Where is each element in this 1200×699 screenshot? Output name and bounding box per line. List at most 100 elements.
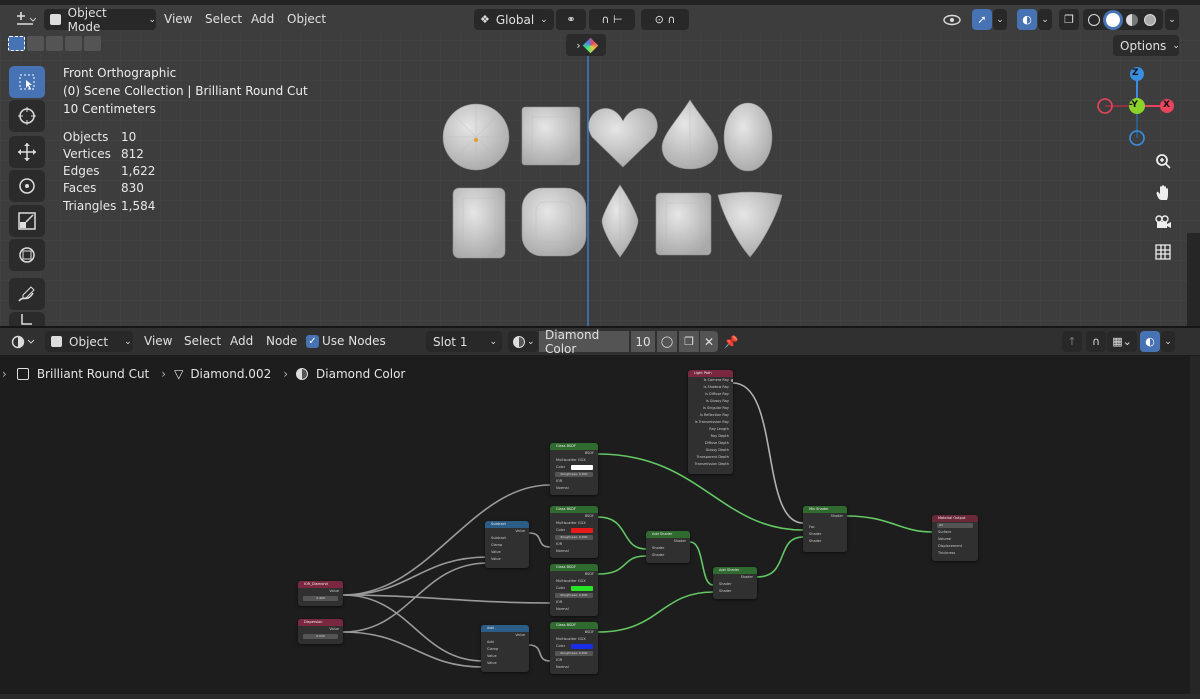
target-dropdown[interactable]: All [932, 522, 978, 529]
roughness-value[interactable]: Roughness: 0.000 [555, 651, 593, 656]
tool-cursor[interactable] [9, 100, 45, 132]
shading-modes[interactable] [1083, 9, 1163, 30]
proportional-edit-toggle[interactable]: ⊙ ∩ [641, 9, 689, 30]
menu-node[interactable]: Node [266, 328, 297, 355]
roughness-value[interactable]: Roughness: 0.000 [555, 535, 593, 540]
sidebar-toggle[interactable]: › [566, 34, 606, 56]
node-material-output[interactable]: Material Output All Surface Volume Displ… [932, 515, 978, 561]
select-intersect-icon[interactable] [84, 36, 101, 51]
tool-annotate[interactable] [9, 278, 45, 310]
tool-transform[interactable] [9, 239, 45, 271]
menu-object[interactable]: Object [287, 6, 326, 33]
node-glass-bsdf[interactable]: Glass BSDF BSDF Multiscatter GGX Color R… [550, 506, 598, 558]
fake-user-toggle[interactable]: ◯ [657, 331, 677, 352]
distribution-dropdown[interactable]: Multiscatter GGX [550, 520, 598, 527]
node-value-ior[interactable]: IOR_Diamond Value 2.420 [298, 581, 343, 606]
unlink-material-button[interactable]: ✕ [700, 331, 718, 352]
distribution-dropdown[interactable]: Multiscatter GGX [550, 578, 598, 585]
overlay-toggle[interactable]: ◐ [1140, 331, 1160, 352]
tool-scale[interactable] [9, 205, 45, 237]
select-extend-icon[interactable] [27, 36, 44, 51]
pivot-dropdown[interactable]: ⚭ [556, 9, 586, 30]
node-mix-shader[interactable]: Mix Shader Shader Fac Shader Shader [803, 506, 847, 552]
use-nodes-checkbox[interactable]: ✓ [306, 335, 319, 348]
node-math-add[interactable]: Add Value Add Clamp Value Value [481, 625, 529, 672]
node-value-dispersion[interactable]: Dispersion Value 0.020 [298, 619, 343, 644]
menu-select[interactable]: Select [184, 328, 221, 355]
value-field[interactable]: 0.020 [298, 633, 343, 640]
roughness-field[interactable]: Roughness: 0.000 [550, 650, 598, 657]
parent-node-tree-button[interactable]: ↑ [1062, 331, 1082, 352]
select-subtract-icon[interactable] [46, 36, 63, 51]
snap-target-dropdown[interactable]: ▦⌄ [1107, 331, 1137, 352]
material-shading-icon[interactable] [1126, 13, 1138, 26]
roughness-field[interactable]: Roughness: 0.000 [550, 471, 598, 478]
menu-select[interactable]: Select [205, 6, 242, 33]
pan-button[interactable] [1149, 178, 1177, 206]
gem-emerald[interactable] [452, 187, 506, 259]
value-number[interactable]: 0.020 [303, 634, 338, 639]
node-add-shader[interactable]: Add Shader Shader Shader Shader [713, 567, 757, 599]
material-users-count[interactable]: 10 [631, 331, 655, 352]
overlay-toggle[interactable]: ◐ [1017, 9, 1037, 30]
editor-type-icon[interactable] [10, 10, 40, 30]
solid-shading-icon[interactable] [1106, 12, 1120, 27]
gem-heart[interactable] [588, 108, 658, 168]
tool-move[interactable] [9, 136, 45, 168]
clamp-checkbox[interactable]: Clamp [485, 542, 529, 549]
shader-type-dropdown[interactable]: Object ⌄ [45, 331, 133, 352]
node-glass-bsdf[interactable]: Glass BSDF BSDF Multiscatter GGX Color R… [550, 564, 598, 616]
duplicate-material-button[interactable]: ❐ [679, 331, 699, 352]
material-browse-dropdown[interactable]: ⌄ [508, 331, 538, 352]
value-field[interactable]: 2.420 [298, 595, 343, 602]
tool-rotate[interactable] [9, 170, 45, 202]
target-value[interactable]: All [937, 523, 973, 528]
zoom-button[interactable] [1149, 147, 1177, 175]
shading-dropdown[interactable]: ⌄ [1165, 9, 1179, 30]
roughness-value[interactable]: Roughness: 0.000 [555, 472, 593, 477]
rendered-shading-icon[interactable] [1144, 13, 1156, 26]
gizmo-toggle[interactable]: ➚ [972, 9, 992, 30]
menu-view[interactable]: View [164, 6, 192, 33]
select-new-icon[interactable] [8, 36, 25, 51]
roughness-field[interactable]: Roughness: 0.000 [550, 592, 598, 599]
use-nodes-label[interactable]: Use Nodes [322, 328, 386, 355]
snap-toggle[interactable]: ∩ ⊢ [589, 9, 635, 30]
xray-toggle[interactable]: ❐ [1059, 9, 1079, 30]
mode-dropdown[interactable]: Object Mode ⌄ [44, 6, 156, 34]
overlay-dropdown[interactable]: ⌄ [1038, 9, 1052, 30]
editor-type-icon[interactable] [8, 332, 38, 352]
tool-select-box[interactable] [9, 66, 45, 98]
menu-view[interactable]: View [144, 328, 172, 355]
gem-asscher[interactable] [655, 192, 712, 256]
color-swatch[interactable] [571, 465, 593, 470]
distribution-dropdown[interactable]: Multiscatter GGX [550, 457, 598, 464]
slot-dropdown[interactable]: Slot 1 ⌄ [426, 331, 502, 352]
select-invert-icon[interactable] [65, 36, 82, 51]
snap-toggle[interactable]: ∩ [1086, 331, 1106, 352]
operation-dropdown[interactable]: Subtract [485, 535, 529, 542]
value-number[interactable]: 2.420 [303, 596, 338, 601]
color-swatch[interactable] [571, 586, 593, 591]
node-glass-bsdf[interactable]: Glass BSDF BSDF Multiscatter GGX Color R… [550, 622, 598, 674]
operation-dropdown[interactable]: Add [481, 639, 529, 646]
material-name-field[interactable]: Diamond Color [539, 328, 629, 356]
pin-icon[interactable]: 📌 [722, 333, 740, 351]
options-dropdown[interactable]: Options ⌄ [1113, 35, 1180, 56]
camera-view-button[interactable] [1149, 208, 1177, 236]
gizmo-dropdown[interactable]: ⌄ [993, 9, 1007, 30]
ortho-toggle-button[interactable] [1149, 238, 1177, 266]
roughness-field[interactable]: Roughness: 0.000 [550, 534, 598, 541]
node-math-subtract[interactable]: Subtract Value Subtract Clamp Value Valu… [485, 521, 529, 568]
distribution-dropdown[interactable]: Multiscatter GGX [550, 636, 598, 643]
gem-trillion[interactable] [717, 191, 783, 258]
node-glass-bsdf[interactable]: Glass BSDF BSDF Multiscatter GGX Color R… [550, 443, 598, 495]
gem-cushion[interactable] [521, 187, 587, 257]
roughness-value[interactable]: Roughness: 0.000 [555, 593, 593, 598]
gem-oval[interactable] [723, 102, 773, 172]
tool-measure[interactable] [9, 312, 45, 327]
color-swatch[interactable] [571, 644, 593, 649]
color-swatch[interactable] [571, 528, 593, 533]
gem-princess[interactable] [521, 106, 581, 166]
menu-add[interactable]: Add [230, 328, 253, 355]
